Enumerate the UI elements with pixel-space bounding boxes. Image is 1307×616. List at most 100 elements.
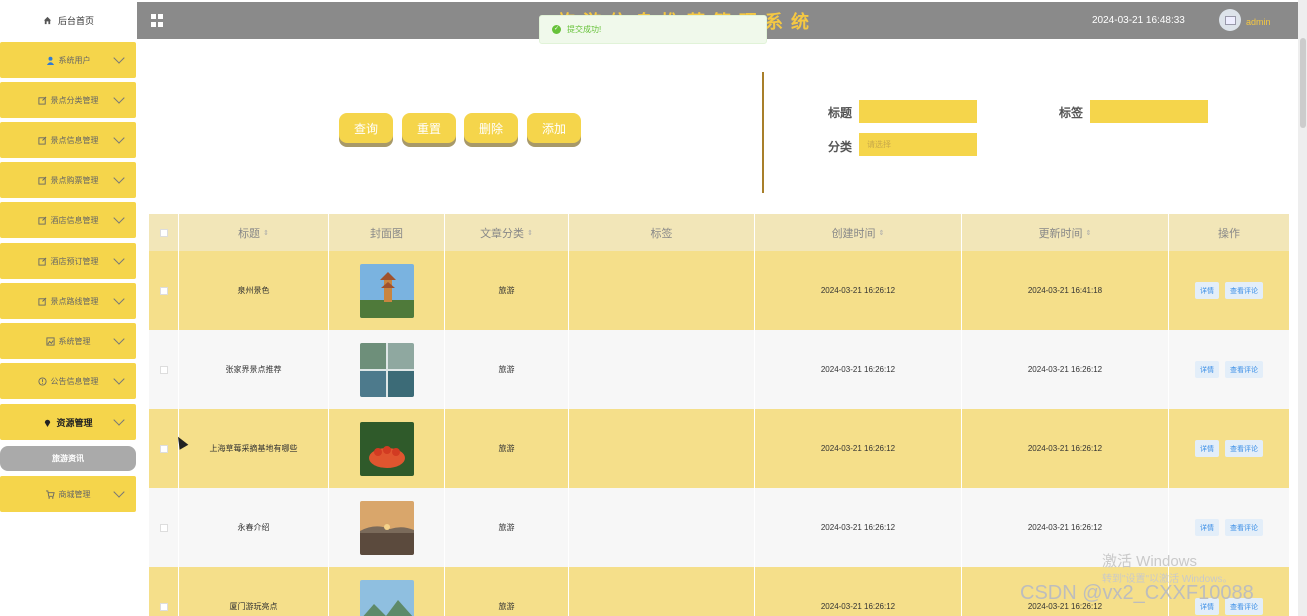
select-all-checkbox[interactable] (159, 228, 168, 237)
edit-icon (37, 96, 46, 105)
sidebar-item-system[interactable]: 系统管理 (0, 323, 136, 359)
sort-icon[interactable]: ⇕ (1086, 229, 1092, 237)
chevron-down-icon (113, 293, 125, 305)
row-created: 2024-03-21 16:26:12 (755, 251, 962, 330)
add-button[interactable]: 添加 (527, 113, 581, 143)
row-title: 泉州景色 (179, 251, 329, 330)
detail-button[interactable]: 详情 (1195, 440, 1219, 457)
table-header: 标题 ⇕ 封面图 文章分类 ⇕ 标签 创建时间 ⇕ 更新时间 ⇕ 操作 (149, 214, 1289, 251)
chevron-down-icon (113, 333, 125, 345)
sidebar-item-scenic-category[interactable]: 景点分类管理 (0, 82, 136, 118)
sidebar-item-hotel-info[interactable]: 酒店信息管理 (0, 202, 136, 238)
row-updated: 2024-03-21 16:26:12 (962, 330, 1169, 409)
header-cell-select (149, 214, 179, 251)
chevron-down-icon (113, 414, 125, 426)
sidebar-item-label: 公告信息管理 (50, 376, 99, 386)
row-cover-cell (329, 330, 445, 409)
edit-icon (37, 257, 46, 266)
header-cell-category[interactable]: 文章分类 ⇕ (445, 214, 569, 251)
sidebar-item-ticket[interactable]: 景点购票管理 (0, 162, 136, 198)
detail-button[interactable]: 详情 (1195, 519, 1219, 536)
header-cell-title[interactable]: 标题 ⇕ (179, 214, 329, 251)
row-category: 旅游 (445, 409, 569, 488)
detail-button[interactable]: 详情 (1195, 282, 1219, 299)
avatar[interactable] (1219, 9, 1241, 31)
cover-thumbnail[interactable] (359, 579, 414, 616)
row-select-cell (149, 409, 179, 488)
sidebar-item-route[interactable]: 景点路线管理 (0, 283, 136, 319)
delete-button[interactable]: 删除 (464, 113, 518, 143)
header-label: 创建时间 (831, 227, 876, 240)
sidebar-item-hotel-booking[interactable]: 酒店预订管理 (0, 243, 136, 279)
user-name[interactable]: admin (1246, 17, 1271, 27)
header-cell-updated[interactable]: 更新时间 ⇕ (962, 214, 1169, 251)
view-comments-button[interactable]: 查看评论 (1225, 361, 1263, 378)
sidebar-item-label: 景点购票管理 (50, 175, 99, 185)
edit-icon (37, 136, 46, 145)
cover-thumbnail[interactable] (359, 500, 414, 555)
row-title: 上海草莓采摘基地有哪些 (179, 409, 329, 488)
chevron-down-icon (113, 212, 125, 224)
row-title: 永春介绍 (179, 488, 329, 567)
row-checkbox[interactable] (159, 602, 168, 611)
menu-grid-icon[interactable] (151, 14, 164, 27)
row-title: 张家界景点推荐 (179, 330, 329, 409)
row-select-cell (149, 330, 179, 409)
query-button[interactable]: 查询 (339, 113, 393, 143)
header-cell-tag: 标签 (569, 214, 755, 251)
chevron-down-icon (113, 52, 125, 64)
location-icon (45, 419, 51, 427)
chevron-down-icon (113, 486, 125, 498)
view-comments-button[interactable]: 查看评论 (1225, 282, 1263, 299)
row-checkbox[interactable] (159, 444, 168, 453)
category-select[interactable] (859, 133, 977, 156)
reset-button[interactable]: 重置 (402, 113, 456, 143)
row-checkbox[interactable] (159, 286, 168, 295)
edit-icon (37, 297, 46, 306)
chevron-down-icon (113, 253, 125, 265)
sidebar-item-users[interactable]: 系统用户 (0, 42, 136, 78)
home-icon (43, 16, 52, 24)
cover-thumbnail[interactable] (359, 342, 414, 397)
datetime-display: 2024-03-21 16:48:33 (1092, 15, 1185, 26)
header-label: 标题 (238, 227, 261, 240)
sidebar-item-scenic-info[interactable]: 景点信息管理 (0, 122, 136, 158)
view-comments-button[interactable]: 查看评论 (1225, 440, 1263, 457)
sidebar-subitem-travel-news[interactable]: 旅游资讯 (0, 446, 136, 471)
sidebar-item-mall[interactable]: 商城管理 (0, 476, 136, 512)
row-tag (569, 409, 755, 488)
row-category: 旅游 (445, 567, 569, 616)
cover-thumbnail[interactable] (359, 421, 414, 476)
row-checkbox[interactable] (159, 523, 168, 532)
tag-filter-input[interactable] (1090, 100, 1208, 123)
row-cover-cell (329, 409, 445, 488)
scrollbar-thumb[interactable] (1300, 38, 1306, 128)
row-select-cell (149, 567, 179, 616)
sort-icon[interactable]: ⇕ (263, 229, 269, 237)
sidebar-item-label: 酒店信息管理 (50, 215, 99, 225)
header-label: 文章分类 (480, 227, 525, 240)
table-row: 上海草莓采摘基地有哪些 旅游 2024-03-21 16:26:12 2024-… (149, 409, 1289, 488)
header-label: 操作 (1218, 227, 1240, 240)
cover-thumbnail[interactable] (359, 263, 414, 318)
row-created: 2024-03-21 16:26:12 (755, 567, 962, 616)
edit-icon (37, 216, 46, 225)
sidebar-item-label: 景点路线管理 (50, 296, 99, 306)
sidebar-home[interactable]: 后台首页 (0, 0, 137, 40)
row-updated: 2024-03-21 16:41:18 (962, 251, 1169, 330)
sidebar-item-notice[interactable]: 公告信息管理 (0, 363, 136, 399)
sort-icon[interactable]: ⇕ (527, 229, 533, 237)
view-comments-button[interactable]: 查看评论 (1225, 519, 1263, 536)
header-cell-cover: 封面图 (329, 214, 445, 251)
row-actions: 详情 查看评论 (1169, 330, 1289, 409)
header-cell-created[interactable]: 创建时间 ⇕ (755, 214, 962, 251)
row-select-cell (149, 251, 179, 330)
chevron-down-icon (113, 132, 125, 144)
row-checkbox[interactable] (159, 365, 168, 374)
sort-icon[interactable]: ⇕ (879, 229, 885, 237)
sidebar-item-label: 景点分类管理 (50, 95, 99, 105)
title-filter-input[interactable] (859, 100, 977, 123)
sidebar-item-resource[interactable]: 资源管理 (0, 404, 136, 440)
sidebar-item-label: 资源管理 (56, 417, 93, 428)
detail-button[interactable]: 详情 (1195, 361, 1219, 378)
